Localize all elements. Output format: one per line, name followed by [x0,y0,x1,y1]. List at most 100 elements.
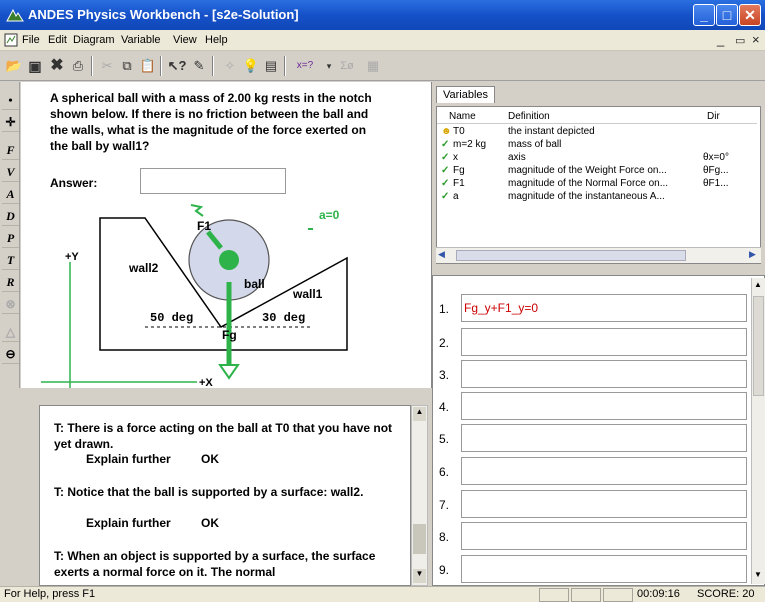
lightbulb-icon[interactable]: 💡 [240,55,262,77]
axes-tool[interactable]: ✛ [2,112,19,132]
variable-definition: magnitude of the instantaneous A... [508,191,665,202]
check-icon: ✓ [441,152,450,163]
copy-icon[interactable]: ⧉ [116,55,138,77]
sum-button[interactable]: Σø [333,55,361,77]
delete-icon[interactable]: ✖ [46,55,68,77]
scroll-down-icon[interactable]: ▼ [413,569,426,583]
displacement-vector-tool[interactable]: D [2,206,19,226]
select-tool[interactable]: • [2,90,19,110]
maximize-button[interactable]: □ [716,4,738,26]
scrollbar-thumb[interactable] [413,524,426,554]
status-cell [539,588,569,602]
table-row[interactable]: ✓ x axis θx=0° [437,152,757,165]
variable-direction: θF1... [703,178,729,189]
variables-horizontal-scrollbar[interactable]: ◀ ▶ [436,247,761,263]
document-icon[interactable] [4,33,18,47]
table-row[interactable]: ✓ a magnitude of the instantaneous A... [437,191,757,204]
scrollbar-thumb[interactable] [456,250,686,261]
grey-tool-icon[interactable]: ⊗ [2,294,19,314]
answer-dropdown[interactable]: x=? [290,55,320,77]
variables-table: Name Definition Dir ☻ T0 the instant dep… [436,106,761,264]
minimize-button[interactable]: _ [693,4,715,26]
check-icon: ✓ [441,178,450,189]
menu-view[interactable]: View [173,34,197,46]
tutor-message: T: When an object is supported by a surf… [54,549,376,579]
variable-name: F1 [453,178,465,189]
variable-name: T0 [453,126,465,137]
status-cell [571,588,601,602]
paste-icon[interactable]: 📋 [137,55,159,77]
momentum-vector-tool[interactable]: P [2,228,19,248]
scroll-up-icon[interactable]: ▲ [754,280,762,289]
equation-field[interactable] [461,392,747,420]
variable-definition: mass of ball [508,139,562,150]
equation-field[interactable] [461,490,747,518]
toolbar: 📂 ▣ ✖ ⎙ ✂ ⧉ 📋 ↖? ✎ ✧ 💡 ▤ x=? ▾ Σø ▦ [0,51,765,81]
velocity-vector-tool[interactable]: V [2,162,19,182]
ok-link[interactable]: OK [201,452,219,466]
scroll-up-icon[interactable]: ▲ [413,407,426,421]
save-icon[interactable]: ▣ [24,55,46,77]
equation-field[interactable] [461,424,747,452]
tutor-scrollbar[interactable]: ▲ ▼ [411,405,428,586]
column-header-name[interactable]: Name [449,111,476,122]
menu-help[interactable]: Help [205,34,228,46]
equation-field[interactable] [461,328,747,356]
tab-variables[interactable]: Variables [436,86,496,103]
column-header-dir[interactable]: Dir [707,111,720,122]
scrollbar-thumb[interactable] [753,296,764,396]
table-row[interactable]: ✓ m=2 kg mass of ball [437,139,757,152]
pointer-icon [190,204,204,217]
calculator-icon[interactable]: ▦ [362,55,384,77]
variable-definition: magnitude of the Weight Force on... [508,165,667,176]
table-row[interactable]: ☻ T0 the instant depicted [437,126,757,139]
torque-vector-tool[interactable]: T [2,250,19,270]
equation-number: 3. [439,368,450,382]
mdi-minimize-icon[interactable]: _ [717,32,724,47]
cut-icon[interactable]: ✂ [96,55,118,77]
variable-name: x [453,152,458,163]
scroll-left-icon[interactable]: ◀ [438,249,445,260]
scroll-right-icon[interactable]: ▶ [749,249,756,260]
menu-variable[interactable]: Variable [121,34,161,46]
equation-field[interactable] [461,555,747,583]
explain-further-link[interactable]: Explain further [86,516,171,530]
menu-edit[interactable]: Edit [48,34,67,46]
column-header-definition[interactable]: Definition [508,111,550,122]
smiley-icon: ☻ [441,126,452,137]
table-row[interactable]: ✓ Fg magnitude of the Weight Force on...… [437,165,757,178]
scroll-down-icon[interactable]: ▼ [754,570,762,579]
angle-tool-icon[interactable]: △ [2,322,19,342]
ok-link[interactable]: OK [201,516,219,530]
mdi-close-icon[interactable]: × [752,32,760,47]
explain-further-link[interactable]: Explain further [86,452,171,466]
force-vector-tool[interactable]: F [2,140,19,160]
score-display: SCORE: 20 [697,588,755,600]
equation-field[interactable] [461,522,747,550]
explain-icon[interactable]: ✧ [219,55,241,77]
open-icon[interactable]: 📂 [3,55,25,77]
equations-panel: 1. Fg_y+F1_y=0 2. 3. 4. 5. 6. 7. 8. 9. ▲… [432,275,765,586]
hint-list-icon[interactable]: ✎ [188,55,210,77]
notebook-icon[interactable]: ▤ [260,55,282,77]
menu-diagram[interactable]: Diagram [73,34,115,46]
equation-field[interactable] [461,360,747,388]
equations-scrollbar[interactable]: ▲ ▼ [751,278,765,584]
variable-definition: magnitude of the Normal Force on... [508,178,669,189]
close-button[interactable]: ✕ [739,4,761,26]
equation-field[interactable]: Fg_y+F1_y=0 [461,294,747,322]
status-bar: For Help, press F1 00:09:16 SCORE: 20 [0,586,765,602]
check-icon: ✓ [441,191,450,202]
window-title: ANDES Physics Workbench - [s2e-Solution] [28,7,299,22]
menu-file[interactable]: File [22,34,40,46]
mdi-restore-icon[interactable]: ▭ [735,34,745,47]
drawing-toolbar: • ✛ F V A D P T R ⊗ △ ⊖ [0,82,20,388]
whats-this-icon[interactable]: ↖? [166,55,188,77]
relative-position-tool[interactable]: R [2,272,19,292]
table-row[interactable]: ✓ F1 magnitude of the Normal Force on...… [437,178,757,191]
print-icon[interactable]: ⎙ [67,55,89,77]
acceleration-vector-tool[interactable]: A [2,184,19,204]
fg-arrowhead [218,364,240,380]
equation-field[interactable] [461,457,747,485]
circle-tool-icon[interactable]: ⊖ [2,344,19,364]
